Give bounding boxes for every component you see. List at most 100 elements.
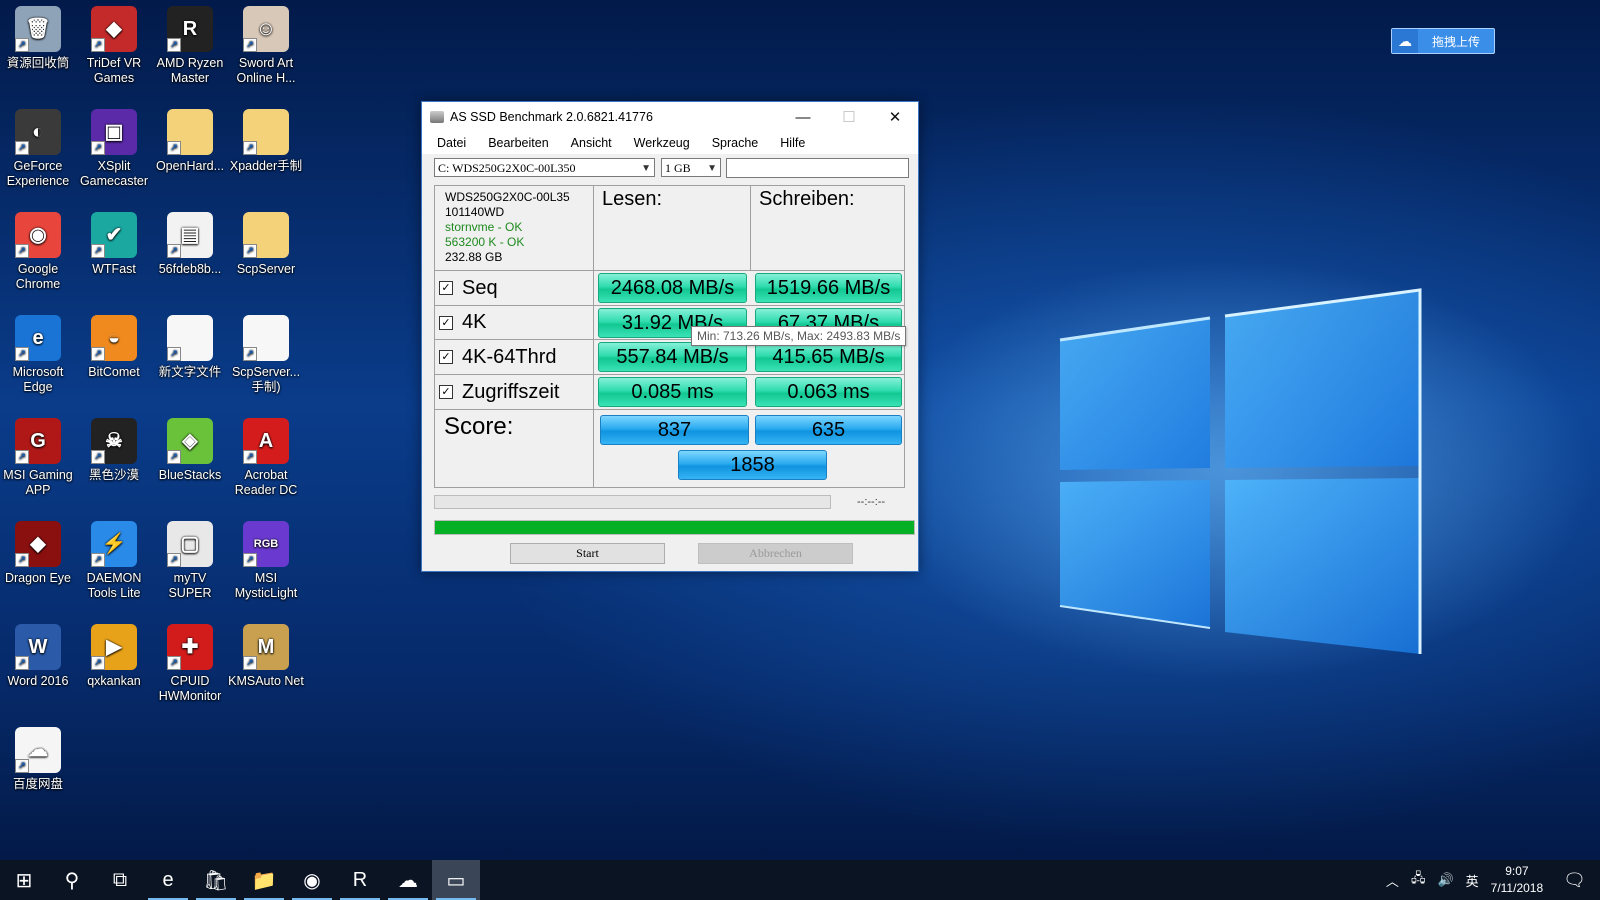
windows-start-icon[interactable]: ⊞ bbox=[0, 860, 48, 900]
desktop-icon[interactable]: ⚡ ↗ DAEMON Tools Lite bbox=[76, 515, 152, 601]
menu-ansicht[interactable]: Ansicht bbox=[556, 136, 619, 150]
desktop-icon[interactable]: ◒ ↗ BitComet bbox=[76, 309, 152, 380]
desktop-icon[interactable]: ◉ ↗ Google Chrome bbox=[0, 206, 76, 292]
drive-capacity: 232.88 GB bbox=[445, 250, 503, 264]
action-center-icon[interactable]: 🗨 bbox=[1563, 870, 1586, 891]
clock-date: 7/11/2018 bbox=[1490, 881, 1544, 895]
file-explorer-icon[interactable]: 📁 bbox=[240, 860, 288, 900]
kmsauto-icon: M ↗ bbox=[243, 624, 289, 670]
maximize-button[interactable]: ☐ bbox=[826, 102, 872, 132]
as-ssd-icon[interactable]: ▭ bbox=[432, 860, 480, 900]
shortcut-arrow-icon: ↗ bbox=[243, 553, 257, 567]
volume-icon[interactable]: 🔊 bbox=[1437, 872, 1453, 888]
search-icon[interactable]: ⚲ bbox=[48, 860, 96, 900]
clock-time: 9:07 bbox=[1505, 864, 1529, 878]
drive-select[interactable]: C: WDS250G2X0C-00L350 ▼ bbox=[434, 158, 655, 177]
desktop-icon[interactable]: M ↗ KMSAuto Net bbox=[228, 618, 304, 689]
desktop-icon[interactable]: ☠ ↗ 黑色沙漠 bbox=[76, 412, 152, 483]
desktop-icon[interactable]: ▢ ↗ myTV SUPER bbox=[152, 515, 228, 601]
desktop-icon[interactable]: R ↗ AMD Ryzen Master bbox=[152, 0, 228, 86]
shortcut-arrow-icon: ↗ bbox=[91, 347, 105, 361]
network-icon[interactable]: 🖧 bbox=[1411, 869, 1426, 891]
menu-hilfe[interactable]: Hilfe bbox=[765, 136, 812, 150]
folder-icon: ↗ bbox=[243, 212, 289, 258]
drive-driver: stornvme - OK bbox=[445, 220, 523, 234]
edge-icon[interactable]: e bbox=[144, 860, 192, 900]
menu-werkzeug[interactable]: Werkzeug bbox=[619, 136, 697, 150]
drive-alignment: 563200 K - OK bbox=[445, 235, 525, 249]
ime-indicator[interactable]: 英 bbox=[1466, 871, 1479, 890]
desktop-icon-label: BlueStacks bbox=[158, 468, 222, 482]
desktop-icon[interactable]: ☁ ↗ 百度网盘 bbox=[0, 721, 76, 792]
desktop-icon[interactable]: ▤ ↗ 56fdeb8b... bbox=[152, 206, 228, 277]
menu-sprache[interactable]: Sprache bbox=[697, 136, 766, 150]
daemon-tools-icon: ⚡ ↗ bbox=[91, 521, 137, 567]
desktop-icon[interactable]: ▣ ↗ XSplit Gamecaster bbox=[76, 103, 152, 189]
start-button[interactable]: Start bbox=[510, 543, 665, 564]
tooltip: Min: 713.26 MB/s, Max: 2493.83 MB/s bbox=[691, 326, 907, 346]
shortcut-arrow-icon: ↗ bbox=[243, 656, 257, 670]
size-select[interactable]: 1 GB ▼ bbox=[661, 158, 721, 177]
desktop-icon-label: ScpServer...手制) bbox=[231, 365, 301, 394]
hwmonitor-icon: ✚ ↗ bbox=[167, 624, 213, 670]
desktop-icon[interactable]: W ↗ Word 2016 bbox=[0, 618, 76, 689]
shortcut-arrow-icon: ↗ bbox=[15, 450, 29, 464]
write-header: Schreiben: bbox=[751, 186, 905, 271]
chevron-down-icon: ▼ bbox=[641, 163, 651, 174]
desktop-icon[interactable]: ↗ OpenHard... bbox=[152, 103, 228, 174]
desktop-icon[interactable]: e ↗ Microsoft Edge bbox=[0, 309, 76, 395]
title-bar[interactable]: AS SSD Benchmark 2.0.6821.41776 — ☐ ✕ bbox=[422, 102, 918, 132]
shortcut-arrow-icon: ↗ bbox=[243, 141, 257, 155]
close-button[interactable]: ✕ bbox=[872, 102, 918, 132]
checkbox-4k[interactable]: ✓ bbox=[439, 315, 453, 330]
desktop-icon-label: 黑色沙漠 bbox=[88, 468, 139, 482]
taskbar: ⊞ ⚲ ⧉ e 🛍 📁 ◉ R ☁ ▭ ︿ 🖧 🔊 英 9:07 7/11/2018 🗨 bbox=[0, 860, 1600, 900]
desktop-icon[interactable]: ◆ ↗ Dragon Eye bbox=[0, 515, 76, 586]
desktop-icon[interactable]: A ↗ Acrobat Reader DC bbox=[228, 412, 304, 498]
desktop-icon[interactable]: ↗ 新文字文件 bbox=[152, 309, 228, 380]
desktop-icon[interactable]: RGB ↗ MSI MysticLight bbox=[228, 515, 304, 601]
ryzen-icon: R ↗ bbox=[167, 6, 213, 52]
desktop-icon[interactable]: ✚ ↗ CPUID HWMonitor bbox=[152, 618, 228, 704]
desktop-icon[interactable]: ↗ ScpServer bbox=[228, 206, 304, 277]
desktop-icon[interactable]: 🗑 ↗ 資源回收筒 bbox=[0, 0, 76, 71]
desktop-icon[interactable]: ↗ ScpServer...手制) bbox=[228, 309, 304, 395]
store-icon[interactable]: 🛍 bbox=[192, 860, 240, 900]
score-label: Score: bbox=[435, 410, 594, 487]
seq-read-value: 2468.08 MB/s bbox=[598, 273, 747, 303]
shortcut-arrow-icon: ↗ bbox=[15, 347, 29, 361]
test-seq[interactable]: ✓ Seq bbox=[435, 271, 594, 306]
menu-datei[interactable]: Datei bbox=[422, 136, 473, 150]
menu-bearbeiten[interactable]: Bearbeiten bbox=[473, 136, 555, 150]
baidu-netdisk-icon[interactable]: ☁ bbox=[384, 860, 432, 900]
desktop-icon[interactable]: ▶ ↗ qxkankan bbox=[76, 618, 152, 689]
chrome-icon[interactable]: ◉ bbox=[288, 860, 336, 900]
ryzen-icon[interactable]: R bbox=[336, 860, 384, 900]
desktop-icon[interactable]: ◐ ↗ GeForce Experience bbox=[0, 103, 76, 189]
baidu-upload-widget[interactable]: ☁ 拖拽上传 bbox=[1391, 28, 1495, 54]
chevron-up-icon[interactable]: ︿ bbox=[1386, 871, 1399, 890]
task-view-icon[interactable]: ⧉ bbox=[96, 860, 144, 900]
desktop-icon[interactable]: ☺ ↗ Sword Art Online H... bbox=[228, 0, 304, 86]
test-4k[interactable]: ✓ 4K bbox=[435, 306, 594, 340]
desktop-icon[interactable]: ◆ ↗ TriDef VR Games bbox=[76, 0, 152, 86]
desktop-icon[interactable]: G ↗ MSI Gaming APP bbox=[0, 412, 76, 498]
desktop-icon[interactable]: ✔ ↗ WTFast bbox=[76, 206, 152, 277]
geforce-icon: ◐ ↗ bbox=[15, 109, 61, 155]
desktop-icon-label: AMD Ryzen Master bbox=[156, 56, 224, 85]
checkbox-access-time[interactable]: ✓ bbox=[439, 385, 453, 399]
checkbox-4k-64thrd[interactable]: ✓ bbox=[439, 350, 453, 364]
desktop-icon-label: Acrobat Reader DC bbox=[234, 468, 298, 497]
abort-button[interactable]: Abbrechen bbox=[698, 543, 853, 564]
desktop-icon[interactable]: ↗ Xpadder手制 bbox=[228, 103, 304, 174]
shortcut-arrow-icon: ↗ bbox=[91, 553, 105, 567]
access-write-value: 0.063 ms bbox=[755, 377, 902, 407]
test-4k-64thrd[interactable]: ✓ 4K-64Thrd bbox=[435, 340, 594, 375]
edge-icon: e ↗ bbox=[15, 315, 61, 361]
desktop-icon[interactable]: ◈ ↗ BlueStacks bbox=[152, 412, 228, 483]
minimize-button[interactable]: — bbox=[780, 102, 826, 132]
clock[interactable]: 9:07 7/11/2018 bbox=[1491, 863, 1544, 897]
test-access-time[interactable]: ✓ Zugriffszeit bbox=[435, 375, 594, 410]
checkbox-seq[interactable]: ✓ bbox=[439, 281, 453, 295]
text-field[interactable] bbox=[726, 158, 909, 178]
